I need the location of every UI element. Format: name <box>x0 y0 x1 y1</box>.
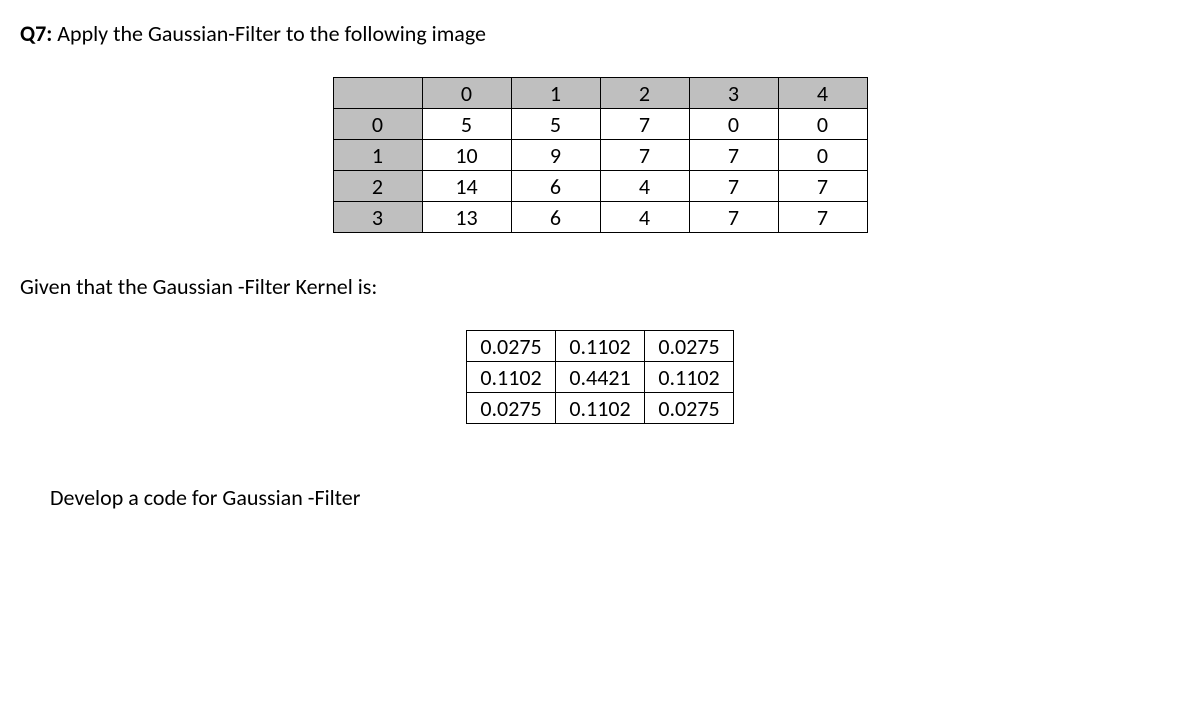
row-header: 3 <box>333 202 422 233</box>
given-text: Given that the Gaussian -Filter Kernel i… <box>20 273 1180 300</box>
matrix-cell: 7 <box>689 202 778 233</box>
matrix-corner <box>333 78 422 109</box>
matrix-cell: 5 <box>511 109 600 140</box>
matrix-cell: 6 <box>511 171 600 202</box>
matrix-cell: 0 <box>778 109 867 140</box>
col-header: 4 <box>778 78 867 109</box>
matrix-cell: 4 <box>600 202 689 233</box>
kernel-cell: 0.0275 <box>645 393 734 424</box>
matrix-cell: 7 <box>778 171 867 202</box>
kernel-cell: 0.0275 <box>467 393 556 424</box>
row-header: 1 <box>333 140 422 171</box>
matrix-cell: 5 <box>422 109 511 140</box>
kernel-cell: 0.1102 <box>556 393 645 424</box>
matrix-cell: 7 <box>600 140 689 171</box>
question-line: Q7: Apply the Gaussian-Filter to the fol… <box>20 20 1180 47</box>
matrix-cell: 7 <box>689 140 778 171</box>
col-header: 1 <box>511 78 600 109</box>
matrix-cell: 7 <box>600 109 689 140</box>
question-label: Q7: <box>20 20 52 47</box>
kernel-cell: 0.1102 <box>467 362 556 393</box>
matrix-cell: 7 <box>689 171 778 202</box>
matrix-cell: 13 <box>422 202 511 233</box>
matrix-cell: 6 <box>511 202 600 233</box>
matrix-cell: 9 <box>511 140 600 171</box>
row-header: 2 <box>333 171 422 202</box>
kernel-cell: 0.0275 <box>467 331 556 362</box>
kernel-table: 0.0275 0.1102 0.0275 0.1102 0.4421 0.110… <box>466 330 734 424</box>
kernel-cell: 0.1102 <box>556 331 645 362</box>
row-header: 0 <box>333 109 422 140</box>
kernel-cell: 0.4421 <box>556 362 645 393</box>
matrix-cell: 4 <box>600 171 689 202</box>
col-header: 0 <box>422 78 511 109</box>
col-header: 2 <box>600 78 689 109</box>
matrix-cell: 0 <box>778 140 867 171</box>
matrix-cell: 7 <box>778 202 867 233</box>
matrix-cell: 0 <box>689 109 778 140</box>
kernel-cell: 0.1102 <box>645 362 734 393</box>
kernel-cell: 0.0275 <box>645 331 734 362</box>
matrix-cell: 10 <box>422 140 511 171</box>
question-text: Apply the Gaussian-Filter to the followi… <box>52 20 486 47</box>
col-header: 3 <box>689 78 778 109</box>
develop-text: Develop a code for Gaussian -Filter <box>50 484 1180 511</box>
image-matrix-table: 0 1 2 3 4 0 5 5 7 0 0 1 10 9 7 7 0 2 14 … <box>333 77 868 233</box>
matrix-cell: 14 <box>422 171 511 202</box>
